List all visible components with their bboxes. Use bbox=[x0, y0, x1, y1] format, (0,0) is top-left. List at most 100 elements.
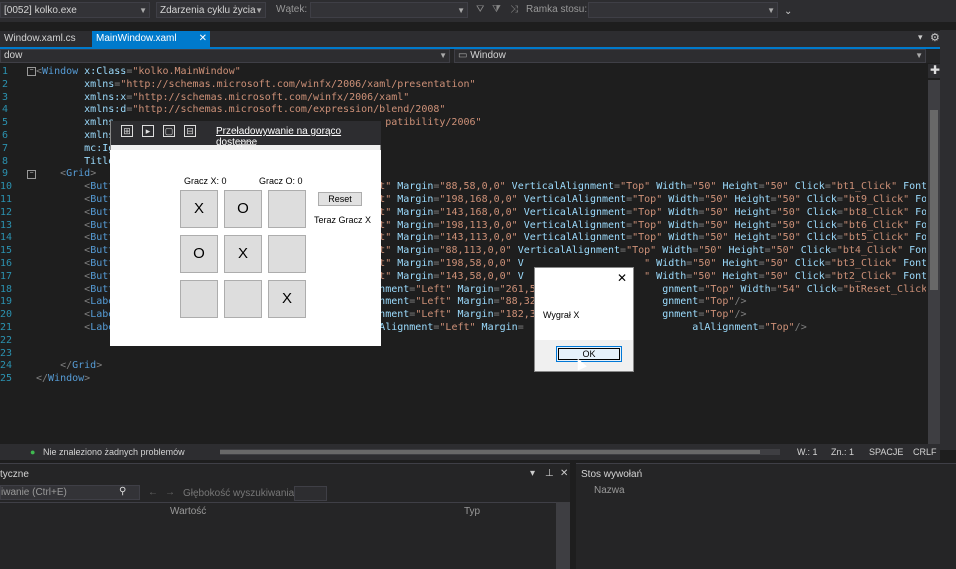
fold-collapse-icon[interactable]: − bbox=[27, 67, 36, 76]
scrollbar-thumb[interactable] bbox=[930, 110, 938, 290]
close-icon[interactable]: ✕ bbox=[560, 468, 568, 479]
code-token: "182,3 bbox=[499, 309, 536, 321]
lifecycle-events-select[interactable]: Zdarzenia cyklu życia ▼ bbox=[156, 2, 266, 18]
code-line[interactable]: </Window> bbox=[36, 373, 90, 386]
code-line[interactable]: xmlns="http://schemas.microsoft.com/winf… bbox=[36, 79, 475, 92]
code-token: "Top" bbox=[632, 206, 663, 218]
tab-mainwindow-xaml-cs[interactable]: Window.xaml.cs bbox=[0, 31, 90, 47]
code-token: "bt5_Click" bbox=[842, 232, 910, 244]
problems-status[interactable]: Nie znaleziono żadnych problemów bbox=[43, 447, 185, 457]
editor-vertical-scrollbar[interactable] bbox=[928, 80, 940, 444]
code-token: "Left" bbox=[415, 283, 452, 295]
code-token: "50" bbox=[704, 232, 729, 244]
debug-toolbar: [0052] kolko.exe ▼ Zdarzenia cyklu życia… bbox=[0, 0, 956, 22]
column-header-value[interactable]: Wartość bbox=[170, 506, 206, 517]
board-cell-5[interactable]: X bbox=[224, 235, 262, 273]
process-select[interactable]: [0052] kolko.exe ▼ bbox=[0, 2, 150, 18]
reset-button[interactable]: Reset bbox=[318, 192, 362, 206]
tab-list-icon[interactable]: ▾ bbox=[918, 32, 923, 43]
code-token: "198,58,0,0" bbox=[439, 258, 512, 269]
chevron-down-icon: ▼ bbox=[255, 6, 263, 15]
hot-reload-link[interactable]: Przeładowywanie na gorąco bbox=[216, 126, 341, 137]
panel-dropdown-icon[interactable]: ▾ bbox=[530, 468, 535, 479]
code-line[interactable]: xmlns:x="http://schemas.microsoft.com/wi… bbox=[36, 92, 409, 105]
ok-button[interactable]: OK bbox=[556, 346, 622, 362]
code-line[interactable]: mc:Ig bbox=[36, 143, 114, 156]
funnel-icon[interactable]: ⧩ bbox=[492, 4, 501, 15]
search-icon[interactable]: ⚲ bbox=[119, 486, 126, 497]
code-token: alAlignment bbox=[692, 322, 759, 333]
close-icon[interactable]: ✕ bbox=[199, 31, 207, 47]
expand-icon[interactable]: ✚ bbox=[928, 63, 940, 78]
forward-arrow-icon[interactable]: → bbox=[165, 487, 175, 498]
search-input[interactable]: iwanie (Ctrl+E) ⚲ bbox=[0, 485, 140, 500]
tab-label: MainWindow.xaml bbox=[96, 33, 177, 44]
binding-failures-icon[interactable]: ⊟ bbox=[184, 125, 196, 137]
line-number: 21 bbox=[0, 322, 13, 333]
board-cell-4[interactable]: O bbox=[180, 235, 218, 273]
line-number: 23 bbox=[0, 347, 13, 359]
code-token: "50" bbox=[776, 194, 801, 205]
navigation-bar: dow ▼ ▭ Window ▼ bbox=[0, 49, 940, 63]
select-element-icon[interactable]: ⊞ bbox=[121, 125, 133, 137]
column-indicator[interactable]: Zn.: 1 bbox=[831, 447, 854, 457]
line-indicator[interactable]: W.: 1 bbox=[797, 447, 818, 457]
overflow-icon[interactable]: ⌄ bbox=[784, 6, 792, 17]
board-cell-7[interactable] bbox=[180, 280, 218, 318]
code-line[interactable]: <Grid> bbox=[36, 168, 96, 181]
line-ending[interactable]: CRLF bbox=[913, 447, 937, 457]
column-header-type[interactable]: Typ bbox=[464, 506, 480, 517]
code-line[interactable]: xmlns bbox=[36, 130, 114, 143]
code-token: Margin bbox=[391, 219, 434, 231]
code-token: xmlns:d bbox=[36, 104, 127, 116]
score-x-label: Gracz X: 0 bbox=[184, 176, 227, 186]
code-token: "Top" bbox=[764, 322, 795, 333]
board-cell-2[interactable]: O bbox=[224, 190, 262, 228]
search-depth-select[interactable] bbox=[294, 486, 327, 501]
close-icon[interactable]: ✕ bbox=[617, 271, 627, 285]
code-token: "88,58,0,0" bbox=[439, 181, 506, 193]
hot-reload-toolbar: ⊞ ▸ ▢ ⊟ Przeładowywanie na gorąco dostęp… bbox=[111, 121, 381, 148]
display-adorners-icon[interactable]: ▸ bbox=[142, 125, 154, 137]
board-cell-9[interactable]: X bbox=[268, 280, 306, 318]
board-cell-6[interactable] bbox=[268, 235, 306, 273]
back-arrow-icon[interactable]: ← bbox=[148, 487, 158, 498]
fold-collapse-icon[interactable]: − bbox=[27, 170, 36, 179]
message-text: Wygrał X bbox=[543, 310, 580, 320]
code-token: "50" bbox=[704, 219, 729, 231]
filter-icon[interactable]: ⛛ bbox=[476, 4, 484, 15]
code-token: Width bbox=[650, 270, 687, 282]
code-line[interactable]: </Grid> bbox=[36, 360, 102, 373]
code-token: xmlns bbox=[36, 117, 115, 129]
nav-left-combo[interactable]: dow ▼ bbox=[0, 49, 450, 63]
tab-mainwindow-xaml[interactable]: MainWindow.xaml ✕ bbox=[92, 31, 210, 47]
track-focus-icon[interactable]: ▢ bbox=[163, 125, 175, 137]
code-line[interactable]: xmlns:d="http://schemas.microsoft.com/ex… bbox=[36, 104, 445, 117]
code-token: "kolko.MainWindow" bbox=[132, 66, 241, 77]
line-number: 3 bbox=[1, 91, 8, 103]
pin-icon[interactable]: ⊥ bbox=[545, 468, 554, 479]
thread-select[interactable]: ▼ bbox=[310, 2, 468, 18]
board-cell-1[interactable]: X bbox=[180, 190, 218, 228]
board-cell-8[interactable] bbox=[224, 280, 262, 318]
code-line[interactable]: <Window x:Class="kolko.MainWindow" bbox=[36, 66, 241, 79]
code-token: Height bbox=[716, 181, 759, 193]
code-token: V bbox=[511, 270, 524, 282]
split-threads-icon[interactable]: ⤨ bbox=[510, 4, 518, 15]
line-number: 22 bbox=[0, 334, 13, 346]
horizontal-scrollbar[interactable] bbox=[220, 449, 780, 455]
drag-handle[interactable] bbox=[237, 141, 255, 145]
panel-scrollbar[interactable] bbox=[556, 502, 570, 569]
stackframe-select[interactable]: ▼ bbox=[588, 2, 778, 18]
tab-label: Window.xaml.cs bbox=[4, 33, 76, 44]
scrollbar-thumb[interactable] bbox=[220, 450, 760, 454]
board-cell-3[interactable] bbox=[268, 190, 306, 228]
code-token: Height bbox=[728, 219, 771, 231]
nav-right-combo[interactable]: ▭ Window ▼ bbox=[454, 49, 926, 63]
code-token: FontSi bbox=[915, 232, 926, 244]
settings-gear-icon[interactable]: ⚙ bbox=[930, 31, 940, 44]
column-header-name[interactable]: Nazwa bbox=[594, 485, 625, 496]
whitespace-mode[interactable]: SPACJE bbox=[869, 447, 903, 457]
check-circle-icon: ● bbox=[30, 447, 36, 457]
code-token: "bt1_Click" bbox=[830, 181, 898, 193]
